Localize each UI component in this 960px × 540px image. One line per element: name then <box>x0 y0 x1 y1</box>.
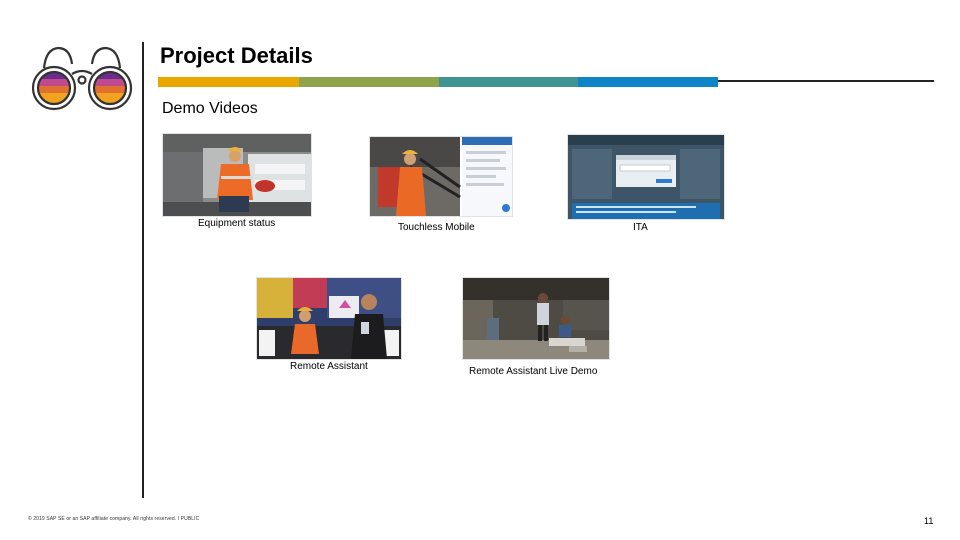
video-caption: Touchless Mobile <box>398 222 475 233</box>
video-caption: Remote Assistant Live Demo <box>469 366 598 377</box>
video-caption: Remote Assistant <box>290 361 368 372</box>
video-caption: Equipment status <box>198 218 276 229</box>
video-caption: ITA <box>633 222 648 233</box>
video-thumbnail-remote-assistant-live-demo[interactable] <box>462 277 610 360</box>
page-number: 11 <box>924 516 934 526</box>
vertical-divider <box>142 42 144 498</box>
video-thumbnail-ita[interactable] <box>567 134 725 220</box>
accent-bar-segment <box>439 77 578 87</box>
accent-bar-segment <box>299 77 439 87</box>
section-subtitle: Demo Videos <box>162 100 258 117</box>
video-thumbnail-remote-assistant[interactable] <box>256 277 402 360</box>
accent-bar-segment <box>578 77 718 87</box>
copyright-notice: © 2019 SAP SE or an SAP affiliate compan… <box>28 516 200 522</box>
binoculars-icon <box>30 44 134 112</box>
header-rule <box>718 80 934 82</box>
video-thumbnail-equipment-status[interactable] <box>162 133 312 217</box>
accent-bar-segment <box>158 77 299 87</box>
video-thumbnail-touchless-mobile[interactable] <box>369 136 513 217</box>
page-title: Project Details <box>160 43 313 68</box>
